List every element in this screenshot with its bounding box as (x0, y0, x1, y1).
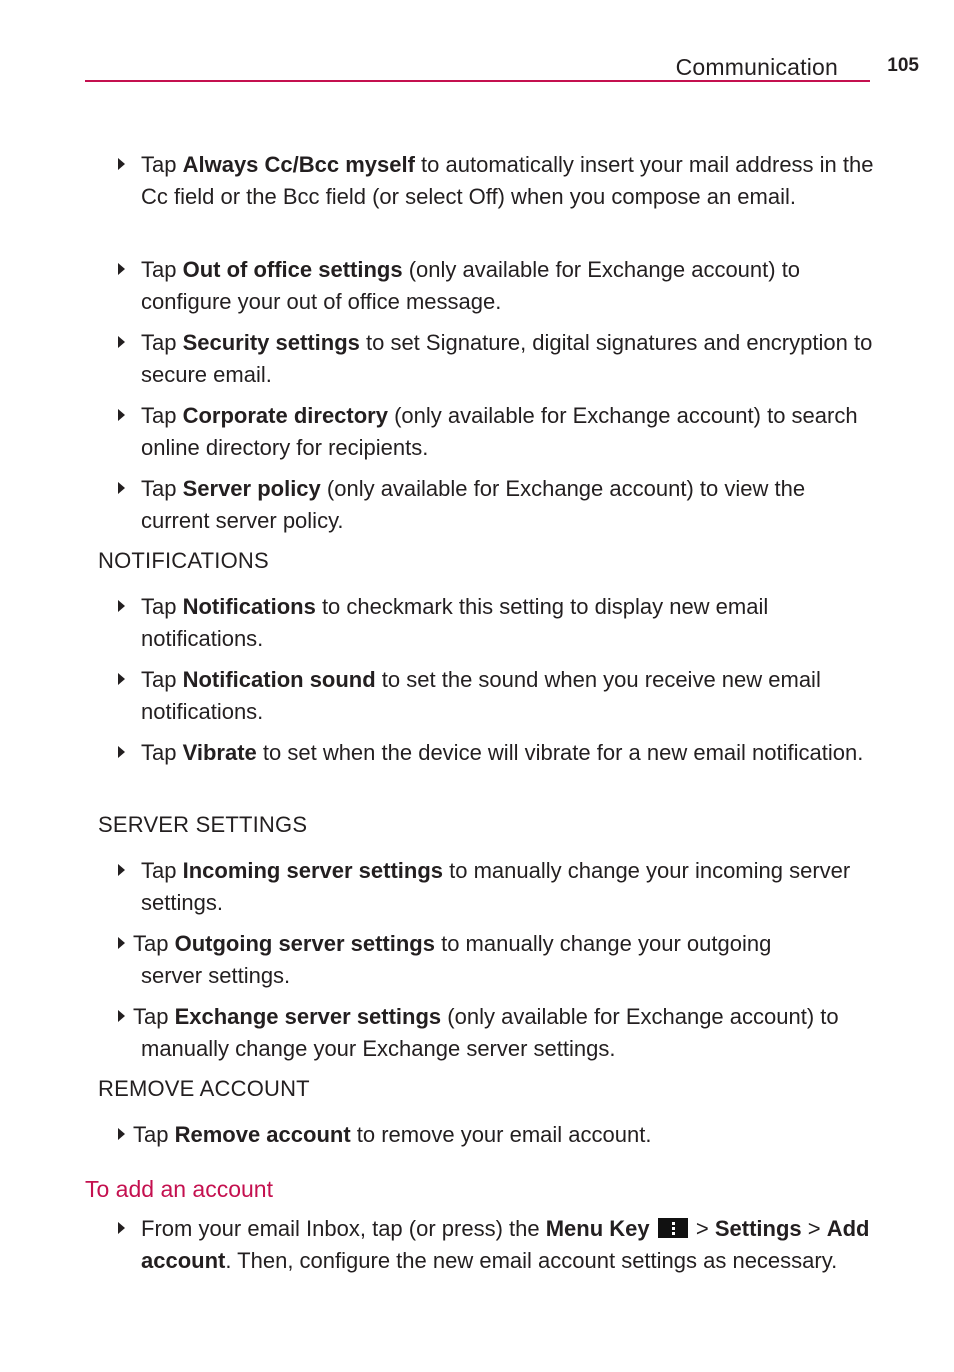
list-item: Tap Corporate directory (only available … (118, 400, 878, 464)
list-item: Tap Remove account to remove your email … (118, 1119, 878, 1151)
setting-name: Vibrate (182, 740, 257, 765)
list-item: Tap Out of office settings (only availab… (118, 254, 878, 318)
list-item: Tap Server policy (only available for Ex… (118, 473, 878, 537)
page-number: 105 (887, 55, 919, 76)
page-header: Communication 105 (85, 52, 925, 86)
bullet-arrow-icon (118, 1128, 125, 1140)
bullet-arrow-icon (118, 158, 125, 170)
bullet-arrow-icon (118, 336, 125, 348)
bullet-arrow-icon (118, 600, 125, 612)
list-item: Tap Outgoing server settings to manually… (118, 928, 878, 992)
section-title: Communication (675, 54, 838, 80)
settings-label: Settings (714, 1216, 802, 1241)
setting-name: Out of office settings (182, 257, 403, 282)
bullet-arrow-icon (118, 1222, 125, 1234)
setting-name: Incoming server settings (182, 858, 444, 883)
sub-heading-add-account: To add an account (85, 1176, 273, 1202)
menu-key-label: Menu Key (545, 1216, 650, 1241)
bullet-arrow-icon (118, 937, 125, 949)
bullet-arrow-icon (118, 409, 125, 421)
list-item: From your email Inbox, tap (or press) th… (118, 1213, 878, 1277)
list-item: Tap Exchange server settings (only avail… (118, 1001, 878, 1065)
setting-name: Outgoing server settings (174, 931, 435, 956)
menu-key-icon (657, 1218, 688, 1238)
list-item: Tap Always Cc/Bcc myself to automaticall… (118, 149, 878, 213)
setting-name: Remove account (174, 1122, 351, 1147)
setting-name: Always Cc/Bcc myself (182, 152, 415, 177)
setting-name: Notifications (182, 594, 316, 619)
section-heading-server-settings: SERVER SETTINGS (98, 812, 308, 837)
setting-name: Notification sound (182, 667, 376, 692)
bullet-arrow-icon (118, 263, 125, 275)
section-heading-notifications: NOTIFICATIONS (98, 548, 269, 573)
list-item: Tap Notifications to checkmark this sett… (118, 591, 878, 655)
bullet-arrow-icon (118, 673, 125, 685)
setting-name: Corporate directory (182, 403, 388, 428)
setting-name: Exchange server settings (174, 1004, 442, 1029)
list-item: Tap Vibrate to set when the device will … (118, 737, 878, 769)
bullet-arrow-icon (118, 1010, 125, 1022)
bullet-arrow-icon (118, 482, 125, 494)
section-heading-remove-account: REMOVE ACCOUNT (98, 1076, 310, 1101)
setting-name: Server policy (182, 476, 321, 501)
list-item: Tap Security settings to set Signature, … (118, 327, 878, 391)
bullet-arrow-icon (118, 746, 125, 758)
setting-name: Security settings (182, 330, 360, 355)
list-item: Tap Incoming server settings to manually… (118, 855, 878, 919)
bullet-arrow-icon (118, 864, 125, 876)
list-item: Tap Notification sound to set the sound … (118, 664, 878, 728)
